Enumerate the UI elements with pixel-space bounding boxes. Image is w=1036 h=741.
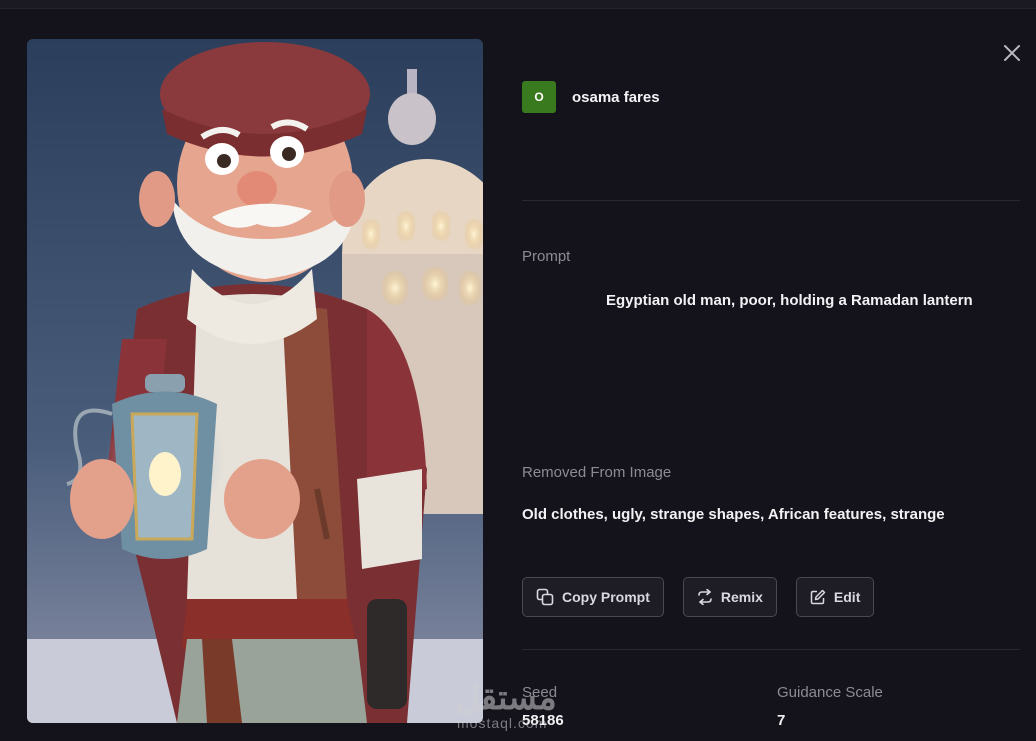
guidance-value: 7: [777, 712, 786, 729]
copy-prompt-label: Copy Prompt: [562, 589, 650, 605]
edit-button[interactable]: Edit: [795, 577, 875, 617]
author-info: O osama fares: [522, 81, 660, 113]
divider: [522, 649, 1020, 650]
seed-label: Seed: [522, 684, 558, 701]
top-bar: [0, 0, 1036, 9]
seed-value: 58186: [522, 712, 564, 729]
remix-icon: [698, 589, 712, 605]
edit-icon: [810, 589, 826, 605]
avatar[interactable]: O: [522, 81, 556, 113]
generated-image[interactable]: [27, 39, 483, 723]
action-buttons: Copy Prompt Remix Edit: [522, 577, 875, 617]
prompt-label: Prompt: [522, 248, 571, 265]
image-detail-modal: O osama fares Prompt Egyptian old man, p…: [0, 9, 1036, 741]
copy-icon: [536, 588, 554, 606]
remix-label: Remix: [720, 589, 763, 605]
old-man-lantern-illustration: [27, 39, 483, 723]
removed-text: Old clothes, ugly, strange shapes, Afric…: [522, 506, 945, 523]
edit-label: Edit: [833, 589, 861, 605]
copy-prompt-button[interactable]: Copy Prompt: [522, 577, 664, 617]
close-button[interactable]: [998, 39, 1026, 67]
author-name[interactable]: osama fares: [572, 89, 660, 106]
prompt-text: Egyptian old man, poor, holding a Ramada…: [606, 292, 973, 309]
guidance-label: Guidance Scale: [777, 684, 883, 701]
removed-label: Removed From Image: [522, 464, 672, 481]
remix-button[interactable]: Remix: [682, 577, 777, 617]
divider: [522, 200, 1020, 201]
close-icon: [1004, 45, 1020, 61]
